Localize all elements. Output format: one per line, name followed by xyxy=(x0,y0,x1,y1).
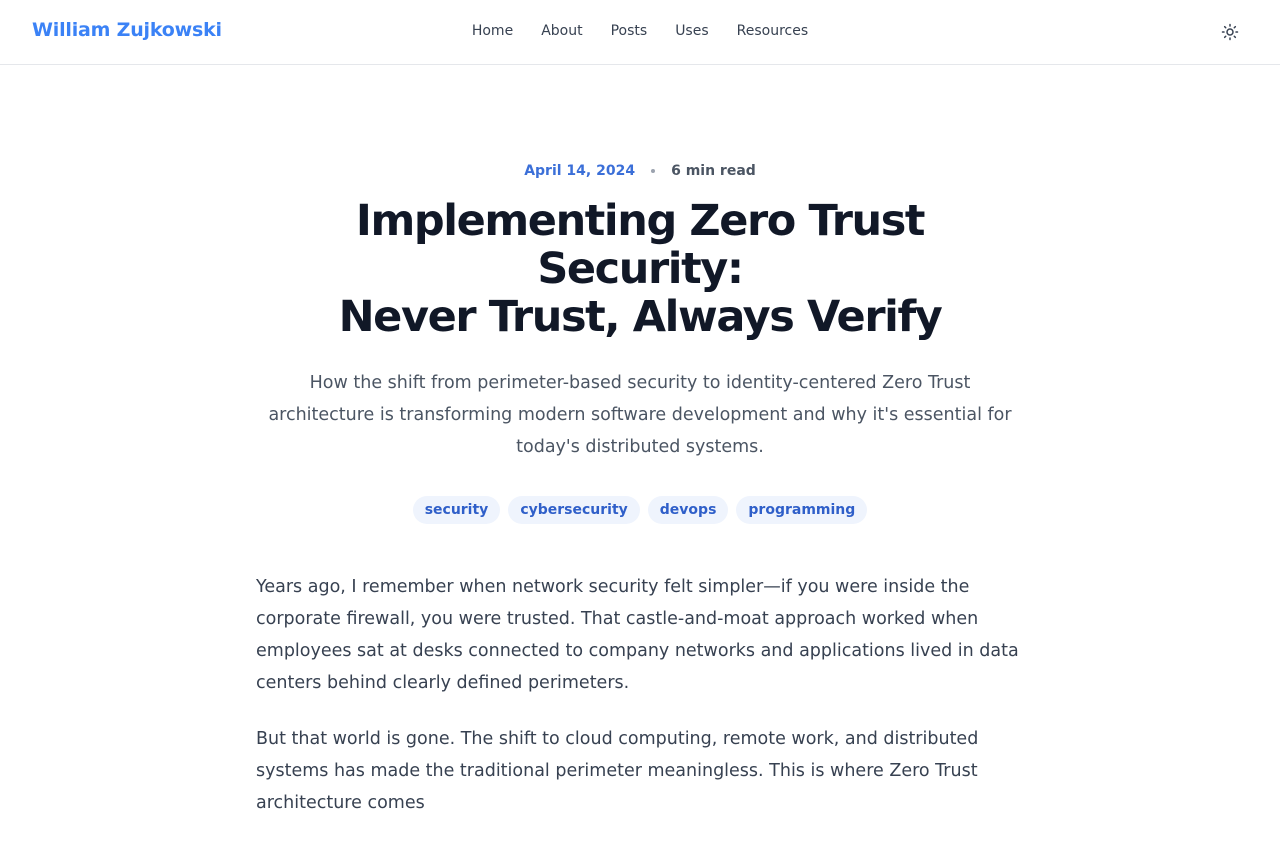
tag-programming[interactable]: programming xyxy=(736,496,868,524)
meta-separator-dot xyxy=(651,169,656,173)
theme-toggle-button[interactable] xyxy=(1219,21,1241,43)
article-paragraph: Years ago, I remember when network secur… xyxy=(256,577,1019,693)
main-nav: Home About Posts Uses Resources xyxy=(0,23,1280,39)
nav-home[interactable]: Home xyxy=(472,23,513,39)
article-paragraph: But that world is gone. The shift to clo… xyxy=(256,729,979,813)
article-body: Years ago, I remember when network secur… xyxy=(256,571,1024,819)
nav-posts[interactable]: Posts xyxy=(611,23,648,39)
article-title: Implementing Zero Trust Security: Never … xyxy=(256,197,1024,341)
nav-uses[interactable]: Uses xyxy=(675,23,708,39)
article: April 14, 2024 6 min read Implementing Z… xyxy=(256,160,1024,843)
article-subtitle: How the shift from perimeter-based secur… xyxy=(268,373,1012,457)
tag-list: security cybersecurity devops programmin… xyxy=(256,496,1024,524)
tag-devops[interactable]: devops xyxy=(647,496,729,524)
article-title-line1: Implementing Zero Trust Security: xyxy=(355,196,926,294)
article-title-line2: Never Trust, Always Verify xyxy=(338,292,943,342)
nav-about[interactable]: About xyxy=(541,23,582,39)
tag-cybersecurity[interactable]: cybersecurity xyxy=(508,496,640,524)
site-header: William Zujkowski Home About Posts Uses … xyxy=(0,0,1280,65)
nav-resources[interactable]: Resources xyxy=(737,23,809,39)
article-meta: April 14, 2024 6 min read xyxy=(256,160,1024,182)
sun-icon xyxy=(1221,23,1239,41)
tag-security[interactable]: security xyxy=(412,496,501,524)
post-date: April 14, 2024 xyxy=(524,163,636,179)
read-time: 6 min read xyxy=(671,163,756,179)
